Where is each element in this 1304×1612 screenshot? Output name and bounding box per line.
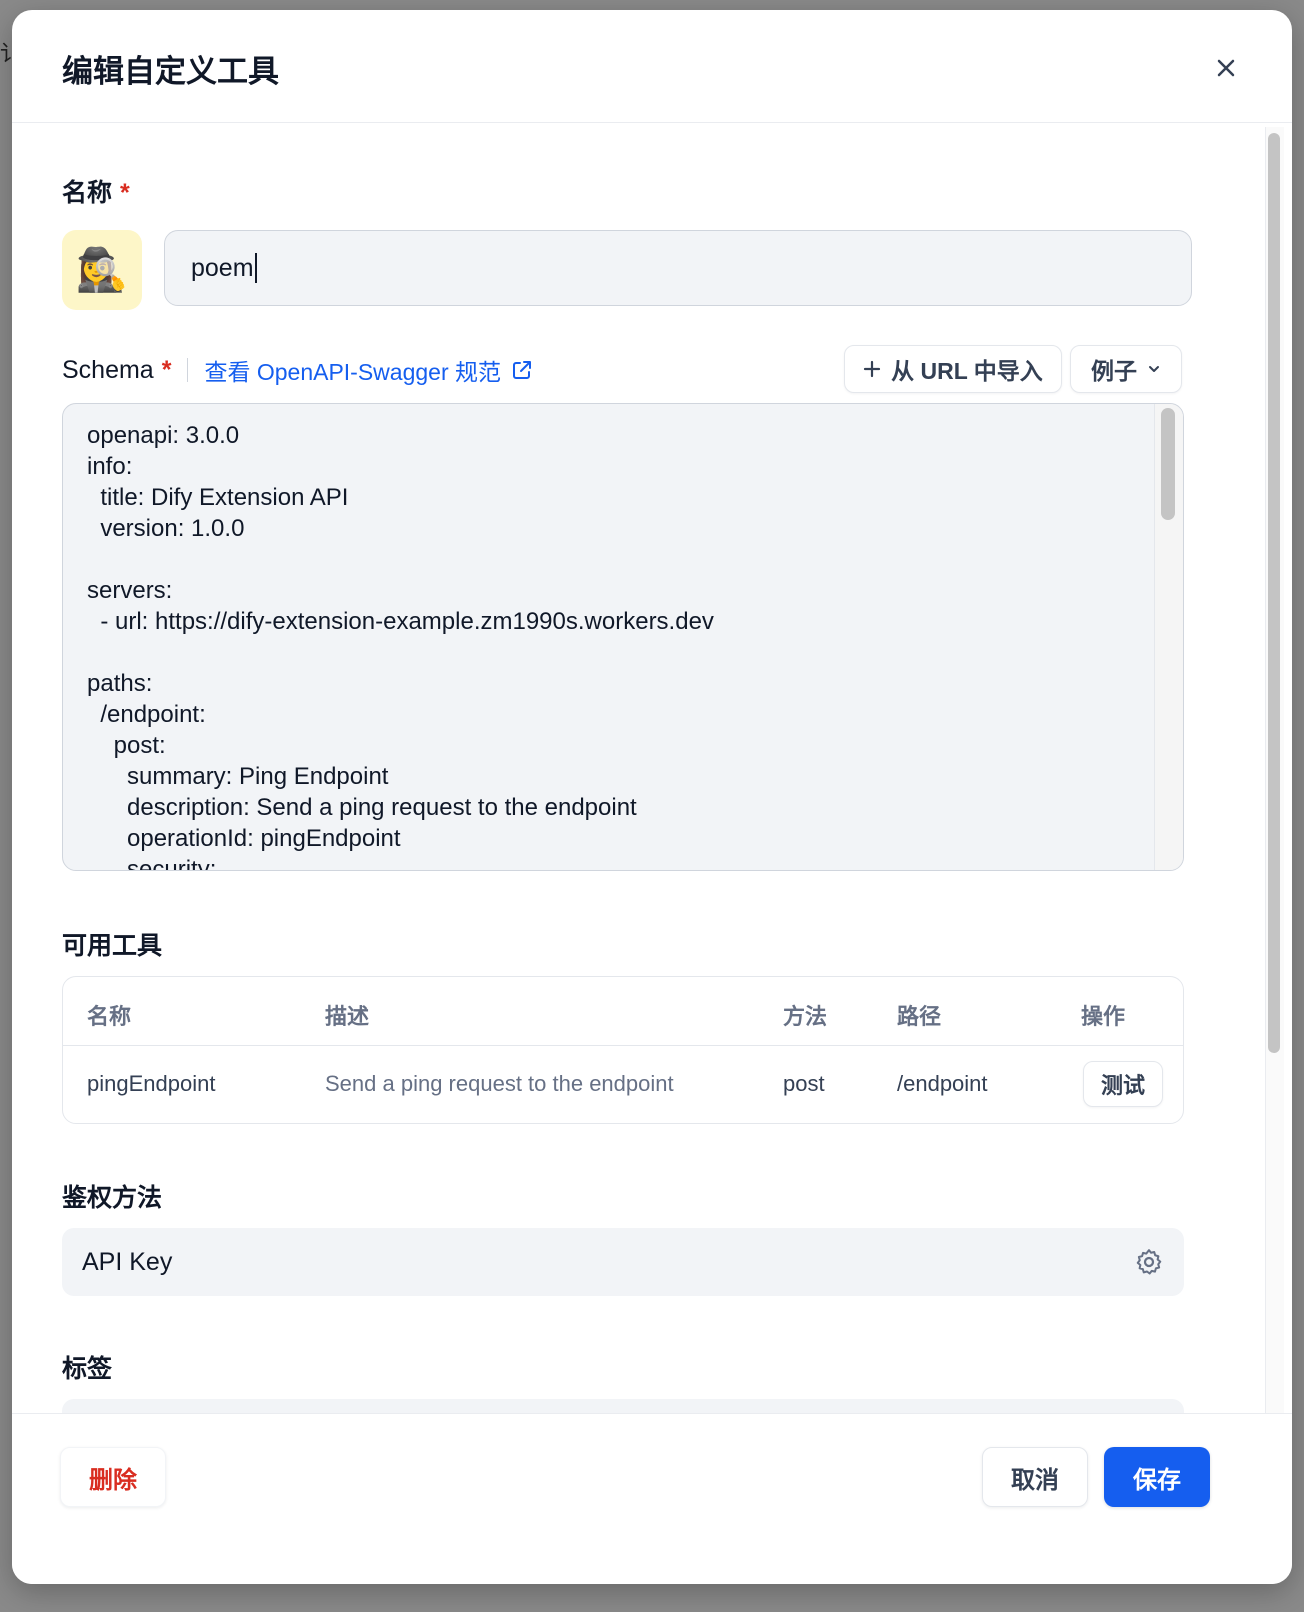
test-tool-button[interactable]: 测试 — [1083, 1061, 1163, 1107]
required-mark: * — [161, 355, 172, 384]
openapi-spec-link[interactable]: 查看 OpenAPI-Swagger 规范 — [204, 353, 533, 387]
detective-emoji-icon: 🕵️‍♀️ — [75, 245, 129, 293]
schema-label: Schema — [62, 355, 154, 384]
schema-header: Schema * 查看 OpenAPI-Swagger 规范 — [62, 353, 533, 387]
column-header-path: 路径 — [897, 1004, 942, 1029]
modal-title: 编辑自定义工具 — [62, 54, 279, 89]
gear-icon[interactable] — [1134, 1247, 1164, 1277]
save-button[interactable]: 保存 — [1104, 1447, 1210, 1507]
divider — [187, 358, 189, 382]
column-header-name: 名称 — [87, 1004, 132, 1029]
modal-header: 编辑自定义工具 — [12, 10, 1292, 123]
modal-scrollbar-thumb[interactable] — [1268, 133, 1280, 1053]
examples-dropdown[interactable]: 例子 — [1070, 345, 1182, 393]
available-tools-label: 可用工具 — [62, 932, 163, 960]
schema-scrollbar-thumb[interactable] — [1161, 408, 1175, 520]
tool-icon-picker[interactable]: 🕵️‍♀️ — [62, 230, 142, 310]
import-from-url-button[interactable]: 从 URL 中导入 — [844, 345, 1062, 393]
import-from-url-label: 从 URL 中导入 — [891, 358, 1043, 384]
close-icon — [1217, 59, 1235, 77]
external-link-icon — [513, 361, 532, 379]
tags-label: 标签 — [62, 1355, 113, 1383]
examples-label: 例子 — [1091, 358, 1137, 384]
openapi-spec-link-text: 查看 OpenAPI-Swagger 规范 — [204, 359, 502, 385]
tool-path-cell: /endpoint — [897, 1071, 988, 1096]
auth-method-label: 鉴权方法 — [62, 1184, 163, 1212]
auth-method-field[interactable]: API Key — [62, 1228, 1184, 1296]
schema-code: openapi: 3.0.0 info: title: Dify Extensi… — [87, 422, 714, 871]
column-header-description: 描述 — [325, 1004, 370, 1029]
plus-icon — [864, 360, 881, 378]
tool-name-cell: pingEndpoint — [87, 1071, 216, 1096]
required-mark: * — [120, 179, 130, 207]
close-button[interactable] — [1212, 54, 1240, 82]
column-header-action: 操作 — [1081, 1004, 1126, 1029]
edit-custom-tool-modal: 编辑自定义工具 名称 * 🕵️‍♀️ poem Schema * 查看 OpenA… — [12, 10, 1292, 1584]
column-header-method: 方法 — [783, 1004, 828, 1029]
available-tools-table: 名称 描述 方法 路径 操作 pingEndpoint Send a ping … — [62, 976, 1184, 1124]
text-caret — [254, 253, 257, 283]
modal-footer: 删除 取消 保存 — [12, 1413, 1292, 1584]
modal-body: 名称 * 🕵️‍♀️ poem Schema * 查看 OpenAPI-Swagg… — [12, 123, 1292, 1447]
tool-method-cell: post — [783, 1071, 825, 1096]
name-label: 名称 * — [62, 179, 130, 207]
tool-description-cell: Send a ping request to the endpoint — [325, 1071, 674, 1096]
table-header: 名称 描述 方法 路径 操作 — [63, 977, 1183, 1046]
schema-editor[interactable]: openapi: 3.0.0 info: title: Dify Extensi… — [62, 403, 1184, 871]
chevron-down-icon — [1149, 366, 1159, 372]
cancel-button[interactable]: 取消 — [982, 1447, 1088, 1507]
schema-scrollbar[interactable] — [1154, 404, 1183, 870]
tool-name-input[interactable]: poem — [164, 230, 1192, 306]
delete-button[interactable]: 删除 — [60, 1447, 166, 1507]
auth-method-value: API Key — [82, 1248, 173, 1276]
tool-name-value: poem — [191, 253, 254, 282]
